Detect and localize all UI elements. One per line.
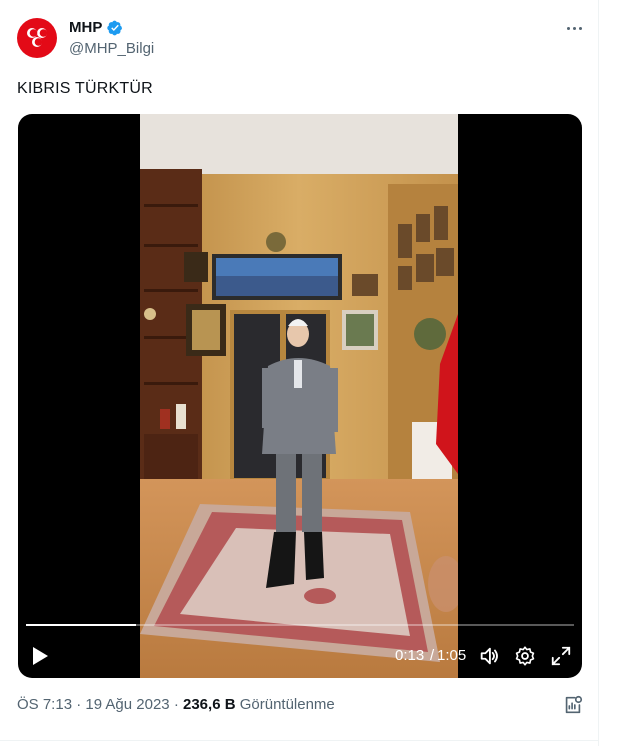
more-dot (578, 26, 582, 30)
tweet-text: KIBRIS TÜRKTÜR (17, 80, 153, 97)
views-count: 236,6 B (183, 696, 236, 713)
avatar[interactable] (17, 18, 57, 58)
tweet-divider (0, 740, 599, 741)
more-dot (572, 26, 576, 30)
video-still-image (140, 114, 458, 678)
settings-icon[interactable] (514, 645, 536, 667)
tweet-meta: ÖS 7:13 · 19 Ağu 2023 · 236,6 B Görüntül… (17, 696, 335, 713)
video-progress-bar[interactable] (26, 624, 574, 626)
tweet-date[interactable]: 19 Ağu 2023 (85, 696, 169, 713)
author-handle[interactable]: @MHP_Bilgi (69, 40, 154, 57)
more-options-button[interactable] (562, 18, 586, 38)
mhp-crescents-logo-icon (27, 28, 48, 47)
fullscreen-icon[interactable] (550, 645, 572, 667)
author-display-name[interactable]: MHP (69, 19, 102, 36)
more-dots-icon (566, 26, 570, 30)
views-label: Görüntülenme (239, 696, 335, 713)
column-border (598, 0, 599, 746)
video-time-separator: / (430, 647, 435, 664)
verified-badge-icon[interactable] (107, 20, 123, 36)
meta-separator: · (76, 696, 82, 713)
video-duration: 1:05 (437, 647, 467, 664)
volume-icon[interactable] (478, 645, 500, 667)
video-player[interactable]: 0:13 / 1:05 (18, 114, 582, 678)
tweet-time[interactable]: ÖS 7:13 (17, 696, 72, 713)
video-current-time: 0:13 (395, 647, 425, 664)
play-icon[interactable] (30, 645, 50, 667)
video-frame (140, 114, 458, 678)
analytics-icon[interactable] (562, 694, 584, 716)
video-progress-fill (26, 624, 136, 626)
meta-separator: · (173, 696, 179, 713)
